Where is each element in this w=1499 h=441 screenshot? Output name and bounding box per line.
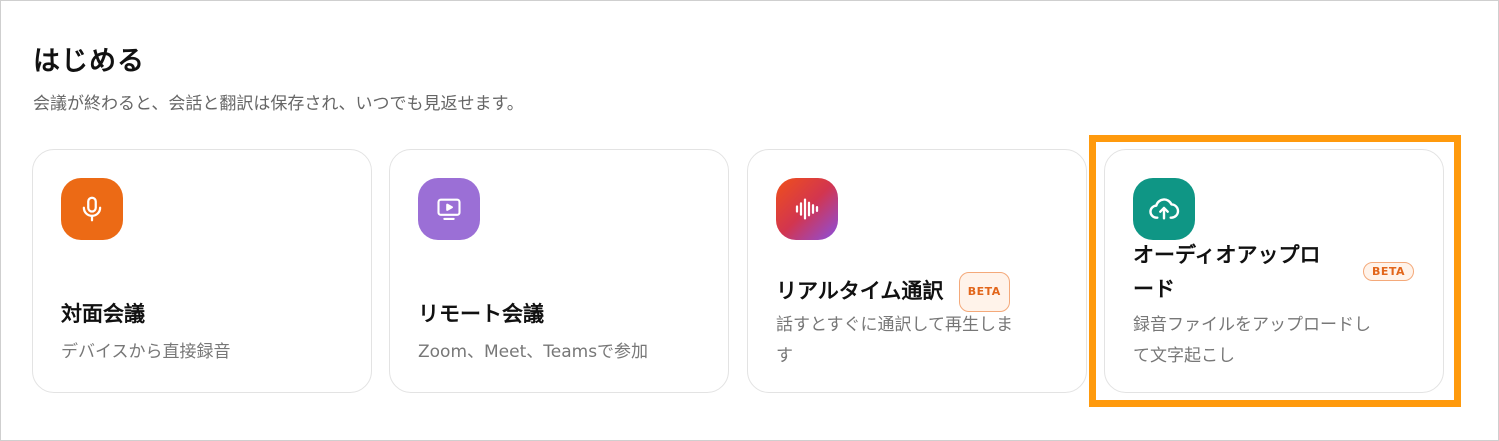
- card-title: 対面会議: [61, 302, 145, 326]
- waveform-icon: [776, 178, 838, 240]
- section-title: はじめる: [33, 46, 145, 77]
- start-panel: はじめる 会議が終わると、会話と翻訳は保存され、いつでも見返せます。 対面会議 …: [0, 0, 1499, 441]
- card-title-line: ード: [1133, 277, 1175, 301]
- card-description: 録音ファイルをアップロードし て文字起こし: [1133, 310, 1371, 372]
- cloud-upload-icon: [1133, 178, 1195, 240]
- beta-badge: BETA: [958, 272, 1010, 312]
- card-description-line: て文字起こし: [1133, 346, 1235, 366]
- card-title: オーディオアップロ ード: [1133, 238, 1321, 306]
- card-title: リアルタイム通訳: [776, 279, 944, 303]
- card-audio-upload[interactable]: オーディオアップロ ード BETA 録音ファイルをアップロードし て文字起こし: [1104, 149, 1444, 393]
- card-title-line: オーディオアップロ: [1133, 243, 1321, 267]
- screen-play-icon: [418, 178, 480, 240]
- card-in-person-meeting[interactable]: 対面会議 デバイスから直接録音: [32, 149, 372, 393]
- section-subtitle: 会議が終わると、会話と翻訳は保存され、いつでも見返せます。: [33, 94, 524, 114]
- card-description: デバイスから直接録音: [61, 342, 231, 362]
- microphone-icon: [61, 178, 123, 240]
- card-description-line: す: [776, 346, 793, 366]
- beta-badge: BETA: [1363, 262, 1415, 281]
- card-description-line: 録音ファイルをアップロードし: [1133, 315, 1371, 335]
- card-description: 話すとすぐに通訳して再生しま す: [776, 310, 1013, 372]
- card-realtime-interpretation[interactable]: リアルタイム通訳 BETA 話すとすぐに通訳して再生しま す: [747, 149, 1087, 393]
- card-description-line: 話すとすぐに通訳して再生しま: [776, 315, 1013, 335]
- card-title-row: リアルタイム通訳 BETA: [776, 272, 1010, 312]
- card-remote-meeting[interactable]: リモート会議 Zoom、Meet、Teamsで参加: [389, 149, 729, 393]
- card-description: Zoom、Meet、Teamsで参加: [418, 342, 649, 362]
- card-title: リモート会議: [418, 302, 544, 326]
